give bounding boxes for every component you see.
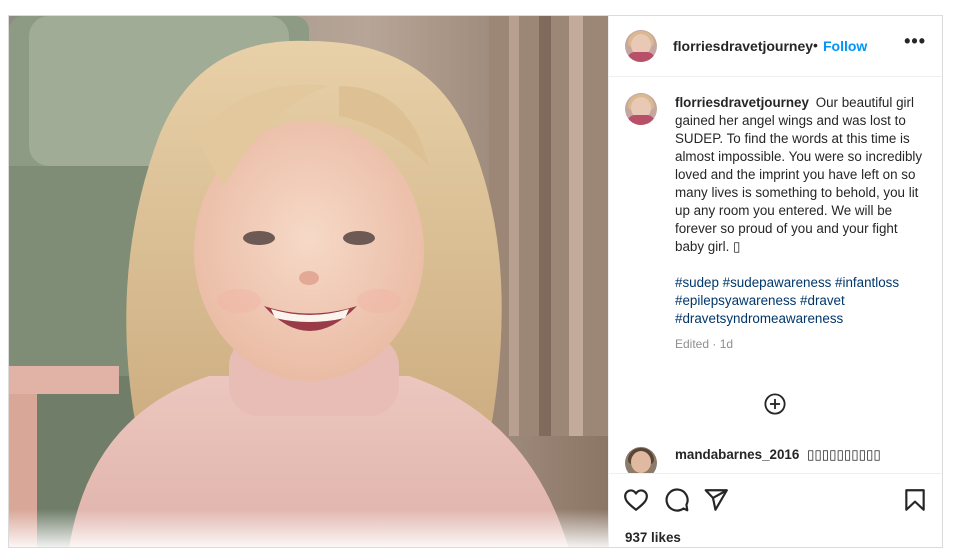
caption-section: florriesdravetjourney Our beautiful girl… [609, 77, 942, 449]
post-dialog: florriesdravetjourney • Follow ••• florr… [8, 15, 943, 548]
comment-text: ▯▯▯▯▯▯▯▯▯▯ [807, 447, 881, 462]
edited-timestamp: Edited · 1d [675, 337, 734, 351]
caption-avatar[interactable] [625, 93, 657, 125]
post-header: florriesdravetjourney • Follow ••• [609, 16, 942, 77]
comment-icon[interactable] [664, 487, 690, 513]
separator-dot: • [813, 37, 818, 53]
plus-circle-icon[interactable] [764, 393, 786, 415]
bookmark-icon[interactable] [902, 487, 928, 513]
caption-username[interactable]: florriesdravetjourney [675, 95, 809, 110]
girl-smiling-photo [9, 16, 608, 547]
caption-text: Our beautiful girl gained her angel wing… [675, 95, 923, 254]
author-avatar[interactable] [625, 30, 657, 62]
post-side-panel: florriesdravetjourney • Follow ••• florr… [608, 16, 942, 547]
photo-edge-fade [9, 509, 608, 547]
likes-count[interactable]: 937 likes [625, 530, 681, 545]
caption-hashtags[interactable]: #sudep #sudepawareness #infantloss #epil… [675, 274, 925, 328]
caption-text-block: florriesdravetjourney Our beautiful girl… [675, 94, 925, 353]
post-photo[interactable] [9, 16, 608, 547]
more-options-icon[interactable]: ••• [904, 31, 926, 52]
follow-button[interactable]: Follow [823, 38, 867, 54]
paper-plane-icon[interactable] [703, 487, 729, 513]
heart-icon[interactable] [623, 487, 649, 513]
author-username[interactable]: florriesdravetjourney [673, 38, 813, 54]
commenter-username[interactable]: mandabarnes_2016 [675, 447, 799, 462]
action-bar: 937 likes [609, 473, 942, 547]
